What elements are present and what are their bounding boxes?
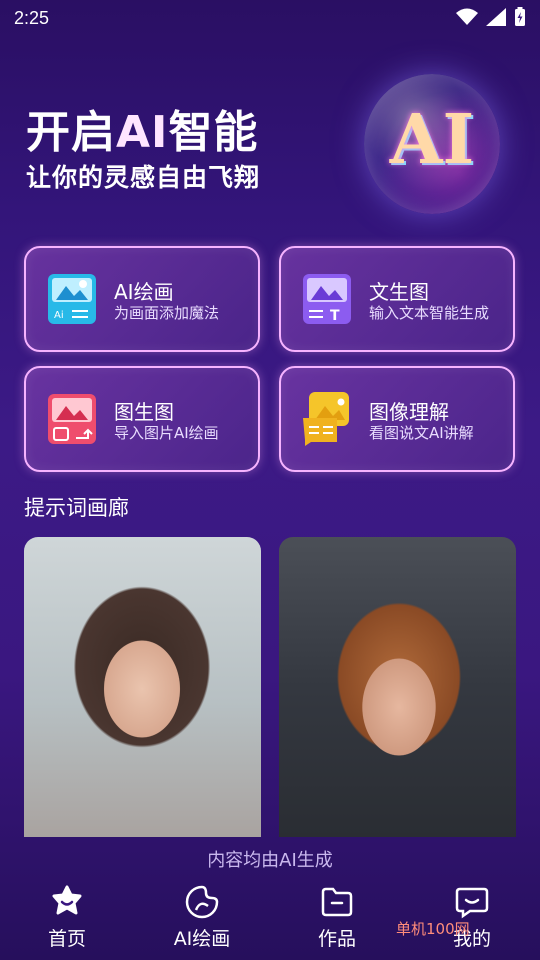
image-understanding-icon [303, 392, 349, 446]
battery-icon [515, 7, 525, 26]
card-title: 图像理解 [369, 400, 449, 424]
nav-home[interactable]: 首页 [17, 884, 117, 951]
gallery-image[interactable] [279, 537, 516, 837]
palette-icon [185, 885, 219, 919]
nav-ai-painting[interactable]: AI绘画 [152, 884, 252, 951]
nav-label: 首页 [47, 928, 86, 950]
signal-icon [486, 8, 506, 26]
svg-text:Ai: Ai [54, 310, 64, 321]
card-desc: 为画面添加魔法 [114, 304, 220, 322]
card-image-understanding[interactable]: 图像理解 看图说文AI讲解 [279, 366, 515, 472]
watermark: 单机100网 [396, 920, 470, 938]
card-text-to-image[interactable]: T 文生图 输入文本智能生成 [279, 246, 515, 352]
card-ai-painting[interactable]: Ai AI绘画 为画面添加魔法 [24, 246, 260, 352]
hero-title: 开启AI智能 [26, 107, 259, 158]
card-desc: 看图说文AI讲解 [369, 424, 474, 442]
nav-label: 作品 [317, 928, 356, 950]
card-title: AI绘画 [114, 280, 174, 304]
gallery-title: 提示词画廊 [24, 496, 129, 520]
nav-works[interactable]: 作品 [287, 884, 387, 951]
card-desc: 导入图片AI绘画 [114, 424, 219, 442]
hero-subtitle: 让你的灵感自由飞翔 [26, 163, 261, 192]
status-bar: 2:25 [0, 0, 540, 36]
ai-orb-logo: AI [364, 74, 500, 214]
svg-text:T: T [330, 308, 340, 324]
card-image-to-image[interactable]: 图生图 导入图片AI绘画 [24, 366, 260, 472]
nav-label: AI绘画 [173, 928, 231, 950]
card-title: 文生图 [369, 280, 429, 304]
folder-icon [321, 887, 353, 917]
card-desc: 输入文本智能生成 [369, 304, 490, 322]
image-to-image-icon [48, 394, 96, 444]
ai-painting-icon: Ai [48, 274, 96, 324]
home-icon [52, 885, 82, 915]
card-title: 图生图 [114, 400, 174, 424]
gallery-image[interactable] [24, 537, 261, 837]
wifi-icon [456, 8, 478, 25]
ai-disclaimer: 内容均由AI生成 [207, 850, 333, 871]
chat-icon [455, 887, 489, 919]
text-to-image-icon: T [303, 274, 351, 324]
status-time: 2:25 [14, 8, 50, 28]
